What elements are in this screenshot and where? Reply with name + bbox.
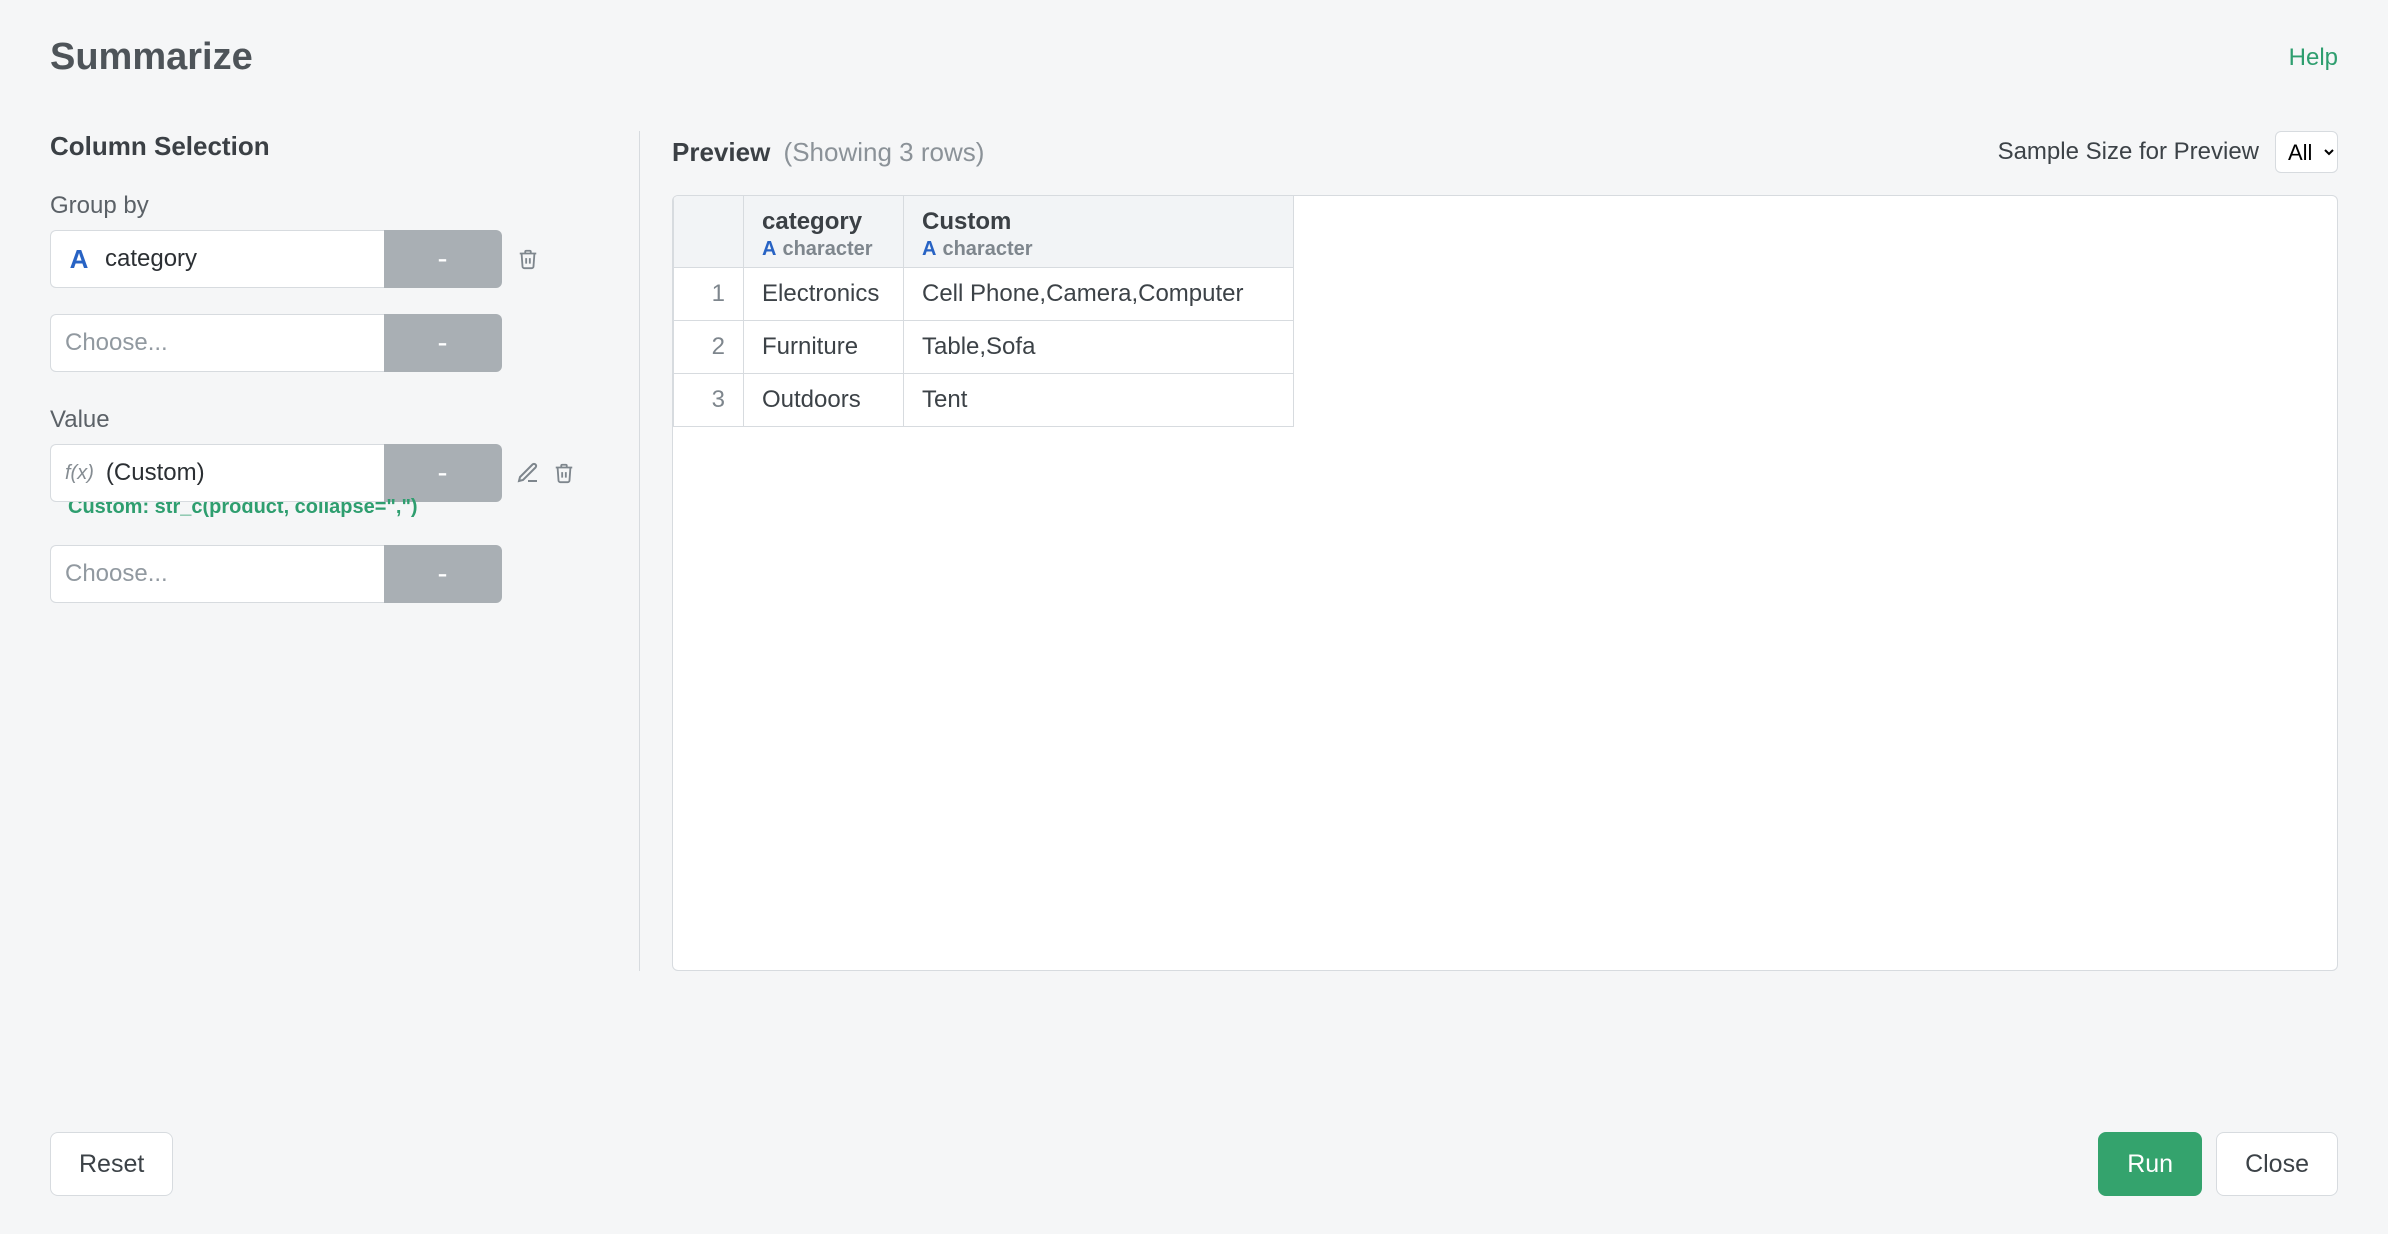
group-by-select[interactable]: Choose... [50, 314, 384, 372]
preview-title-text: Preview [672, 137, 770, 167]
group-by-label: Group by [50, 192, 589, 220]
preview-table: category A character Custom A c [673, 196, 1294, 427]
value-text: (Custom) [106, 459, 205, 487]
group-by-select[interactable]: A category [50, 230, 384, 288]
value-label: Value [50, 406, 589, 434]
dialog-footer: Reset Run Close [0, 1132, 2388, 1234]
preview-panel: Preview (Showing 3 rows) Sample Size for… [640, 131, 2338, 971]
sample-size-label: Sample Size for Preview [1998, 138, 2259, 166]
row-index-header [674, 196, 744, 268]
text-type-icon: A [762, 238, 776, 261]
cell-category: Outdoors [744, 374, 904, 427]
group-by-aggregate-button[interactable]: - [384, 314, 502, 372]
text-type-icon: A [65, 244, 93, 275]
page-title: Summarize [50, 36, 253, 79]
column-name: Custom [922, 208, 1275, 236]
column-header[interactable]: Custom A character [904, 196, 1294, 268]
value-select[interactable]: Choose... [50, 545, 384, 603]
value-aggregate-button[interactable]: - [384, 545, 502, 603]
column-type: character [782, 238, 872, 261]
group-by-value: category [105, 245, 197, 273]
group-by-placeholder: Choose... [65, 329, 168, 357]
cell-custom: Tent [904, 374, 1294, 427]
preview-table-container: category A character Custom A c [672, 195, 2338, 971]
trash-icon[interactable] [514, 243, 542, 275]
row-index: 2 [674, 321, 744, 374]
group-by-row: Choose... - [50, 314, 589, 372]
table-row: 2 Furniture Table,Sofa [674, 321, 1294, 374]
cell-category: Electronics [744, 268, 904, 321]
group-by-row: A category - [50, 230, 589, 288]
cell-custom: Cell Phone,Camera,Computer [904, 268, 1294, 321]
value-aggregate-button[interactable]: - [384, 444, 502, 502]
value-placeholder: Choose... [65, 560, 168, 588]
edit-icon[interactable] [514, 457, 542, 489]
function-icon: f(x) [65, 462, 94, 485]
value-select[interactable]: f(x) (Custom) [50, 444, 384, 502]
sample-size-select[interactable]: All [2275, 131, 2338, 173]
table-row: 1 Electronics Cell Phone,Camera,Computer [674, 268, 1294, 321]
value-row: f(x) (Custom) - [50, 444, 589, 502]
column-selection-panel: Column Selection Group by A category - [50, 131, 640, 971]
preview-row-count: (Showing 3 rows) [784, 137, 985, 167]
help-link[interactable]: Help [2289, 44, 2338, 72]
column-name: category [762, 208, 885, 236]
table-row: 3 Outdoors Tent [674, 374, 1294, 427]
run-button[interactable]: Run [2098, 1132, 2202, 1196]
reset-button[interactable]: Reset [50, 1132, 173, 1196]
row-index: 1 [674, 268, 744, 321]
preview-title: Preview (Showing 3 rows) [672, 137, 984, 168]
row-index: 3 [674, 374, 744, 427]
group-by-aggregate-button[interactable]: - [384, 230, 502, 288]
column-type: character [942, 238, 1032, 261]
close-button[interactable]: Close [2216, 1132, 2338, 1196]
cell-custom: Table,Sofa [904, 321, 1294, 374]
text-type-icon: A [922, 238, 936, 261]
column-header[interactable]: category A character [744, 196, 904, 268]
column-selection-heading: Column Selection [50, 131, 589, 162]
value-row: Choose... - [50, 545, 589, 603]
trash-icon[interactable] [550, 457, 578, 489]
cell-category: Furniture [744, 321, 904, 374]
